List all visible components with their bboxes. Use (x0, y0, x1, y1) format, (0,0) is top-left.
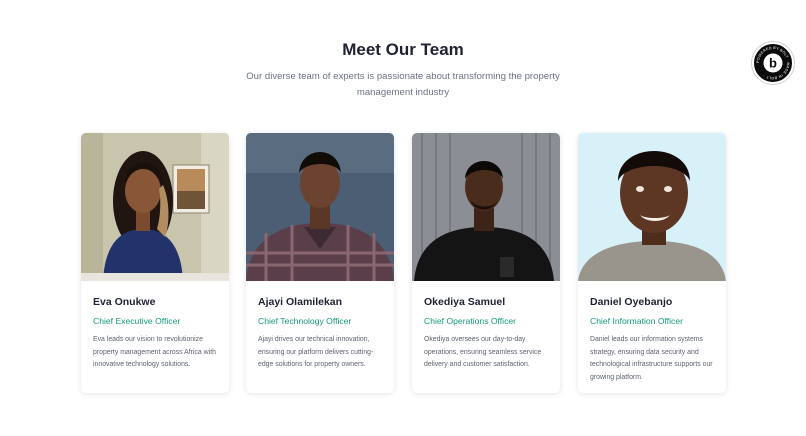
team-member-bio: Eva leads our vision to revolutionize pr… (93, 336, 216, 368)
team-member-role: Chief Executive Officer (93, 316, 181, 326)
team-member-bio: Okediya oversees our day-to-day operatio… (424, 336, 542, 368)
section-title: Meet Our Team (342, 40, 464, 59)
team-card-ajayi: Ajayi Olamilekan Chief Technology Office… (246, 133, 394, 393)
powered-by-bolt-badge[interactable]: POWERED BY BOLT · MADE IN BOLT · b (752, 42, 794, 84)
team-card-daniel: Daniel Oyebanjo Chief Information Office… (578, 133, 726, 393)
team-member-bio: Ajayi drives our technical innovation, e… (258, 336, 374, 368)
team-photo-daniel (578, 133, 726, 281)
bolt-logo-icon: POWERED BY BOLT · MADE IN BOLT · b (756, 46, 790, 80)
team-card-okediya: Okediya Samuel Chief Operations Officer … (412, 133, 560, 393)
team-member-name: Okediya Samuel (424, 296, 506, 308)
team-section: Meet Our Team Our diverse team of expert… (0, 0, 806, 436)
badge-letter: b (769, 56, 777, 71)
section-subtitle: Our diverse team of experts is passionat… (246, 71, 560, 98)
team-member-role: Chief Information Officer (590, 316, 683, 326)
team-photo-eva (81, 133, 229, 281)
team-member-role: Chief Technology Officer (258, 316, 352, 326)
team-member-role: Chief Operations Officer (424, 316, 517, 326)
team-card-eva: Eva Onukwe Chief Executive Officer Eva l… (81, 133, 229, 393)
team-member-name: Daniel Oyebanjo (590, 296, 673, 308)
team-photo-ajayi (246, 133, 394, 281)
team-member-name: Eva Onukwe (93, 296, 156, 308)
team-member-bio: Daniel leads our information systems str… (590, 336, 713, 381)
team-photo-okediya (412, 133, 560, 281)
team-member-name: Ajayi Olamilekan (258, 296, 343, 308)
